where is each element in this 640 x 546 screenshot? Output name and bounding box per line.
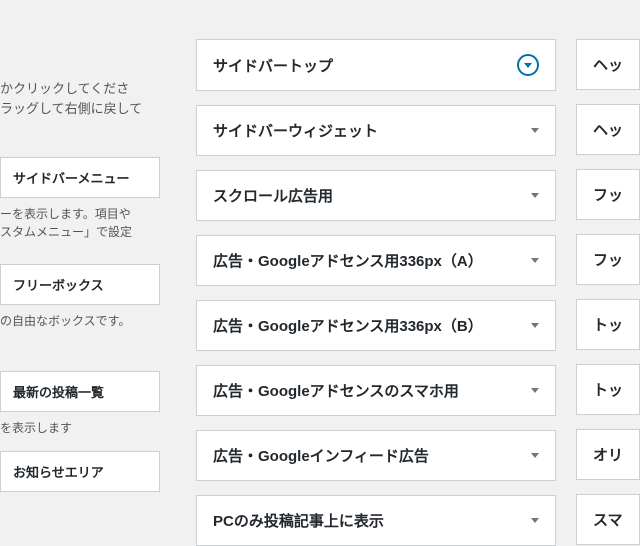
widget-desc: を表示します: [0, 419, 165, 437]
widget-area-title: サイドバートップ: [213, 55, 333, 76]
widget-area-title: トッ: [593, 379, 623, 400]
widget-area[interactable]: スクロール広告用: [196, 170, 556, 221]
widget-item-notice-area[interactable]: お知らせエリア: [0, 451, 160, 492]
widget-areas-column-1: サイドバートップ サイドバーウィジェット スクロール広告用 広告・Googleア…: [196, 0, 556, 546]
widget-area[interactable]: 広告・Googleアドセンス用336px（A）: [196, 235, 556, 286]
widget-area[interactable]: フッ: [576, 234, 640, 285]
widget-area[interactable]: トッ: [576, 364, 640, 415]
widget-area-title: 広告・Googleインフィード広告: [213, 445, 429, 466]
widget-area[interactable]: フッ: [576, 169, 640, 220]
chevron-down-icon: [531, 323, 539, 328]
widget-area-title: スマ: [593, 509, 623, 530]
widget-item-freebox[interactable]: フリーボックス: [0, 264, 160, 305]
widget-area-title: スクロール広告用: [213, 185, 333, 206]
widget-area[interactable]: 広告・Googleアドセンス用336px（B）: [196, 300, 556, 351]
widget-area[interactable]: 広告・Googleインフィード広告: [196, 430, 556, 481]
chevron-down-icon: [531, 128, 539, 133]
intro-text: かクリックしてくださ ラッグして右側に戻して: [0, 79, 165, 118]
widget-area[interactable]: サイドバーウィジェット: [196, 105, 556, 156]
widget-area[interactable]: サイドバートップ: [196, 39, 556, 91]
widget-item-recent-posts[interactable]: 最新の投稿一覧: [0, 371, 160, 412]
chevron-down-icon: [531, 258, 539, 263]
widget-area[interactable]: オリ: [576, 429, 640, 480]
widget-area-title: トッ: [593, 314, 623, 335]
chevron-down-icon: [531, 388, 539, 393]
widget-areas-column-2: ヘッ ヘッ フッ フッ トッ トッ オリ スマ: [576, 0, 640, 545]
widget-area-title: フッ: [593, 249, 623, 270]
widget-area-title: ヘッ: [593, 54, 623, 75]
widget-area-title: フッ: [593, 184, 623, 205]
widget-area-title: PCのみ投稿記事上に表示: [213, 510, 384, 531]
widget-area[interactable]: スマ: [576, 494, 640, 545]
widget-desc: の自由なボックスです。: [0, 312, 165, 330]
widget-area[interactable]: ヘッ: [576, 104, 640, 155]
widget-area[interactable]: ヘッ: [576, 39, 640, 90]
widget-area[interactable]: トッ: [576, 299, 640, 350]
widget-area-title: 広告・Googleアドセンスのスマホ用: [213, 380, 459, 401]
widget-area-title: ヘッ: [593, 119, 623, 140]
widget-area[interactable]: 広告・Googleアドセンスのスマホ用: [196, 365, 556, 416]
widget-item-sidebar-menu[interactable]: サイドバーメニュー: [0, 157, 160, 198]
chevron-down-icon: [517, 54, 539, 76]
chevron-down-icon: [531, 453, 539, 458]
chevron-down-icon: [531, 518, 539, 523]
widget-area[interactable]: PCのみ投稿記事上に表示: [196, 495, 556, 546]
widget-desc: ーを表示します。項目や スタムメニュー」で設定: [0, 205, 165, 241]
widget-area-title: 広告・Googleアドセンス用336px（B）: [213, 315, 483, 336]
widget-area-title: 広告・Googleアドセンス用336px（A）: [213, 250, 483, 271]
widget-area-title: オリ: [593, 444, 623, 465]
chevron-down-icon: [531, 193, 539, 198]
widget-area-title: サイドバーウィジェット: [213, 120, 378, 141]
available-widgets-panel: かクリックしてくださ ラッグして右側に戻して サイドバーメニュー ーを表示します…: [0, 0, 170, 500]
